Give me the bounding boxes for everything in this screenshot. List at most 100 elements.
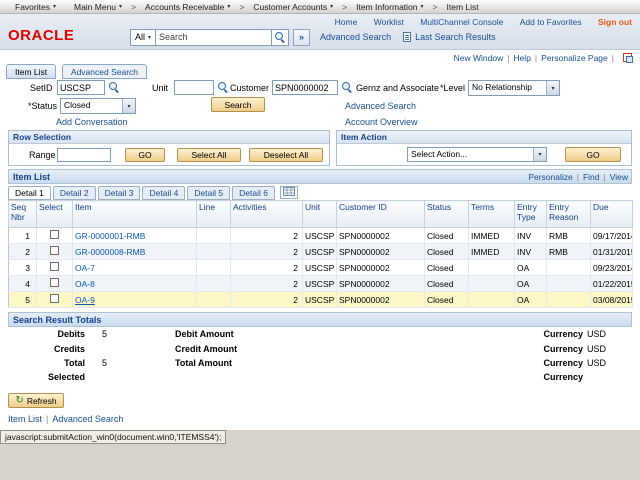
breadcrumb-item-item-information[interactable]: >Item Information▾ — [342, 2, 423, 12]
cell-line — [197, 244, 231, 260]
cell-status: Closed — [425, 244, 469, 260]
column-header-item[interactable]: Item — [73, 201, 197, 228]
item-link[interactable]: OA-7 — [75, 263, 95, 273]
tab-detail-4[interactable]: Detail 4 — [142, 186, 185, 200]
totals-count: 5 — [102, 358, 107, 368]
header-link-multichannel-console[interactable]: MultiChannel Console — [420, 17, 503, 27]
customer-lookup-icon[interactable] — [341, 81, 353, 96]
totals-amount-label: Debit Amount — [175, 329, 234, 339]
tab-advanced-search[interactable]: Advanced Search — [62, 64, 147, 79]
view-link[interactable]: View — [610, 172, 628, 182]
level-select[interactable]: No Relationship▾ — [468, 80, 560, 96]
tab-item-list[interactable]: Item List — [6, 64, 56, 79]
item-link[interactable]: OA-8 — [75, 279, 95, 289]
search-scope-select[interactable]: All▾ — [130, 29, 156, 46]
copy-url-icon[interactable] — [623, 53, 632, 62]
personalize-page-link[interactable]: Personalize Page — [541, 53, 608, 63]
grid-toolbar-links: Personalize|Find|View — [528, 172, 628, 182]
cell-due: 09/17/2014 — [591, 228, 633, 244]
tab-detail-6[interactable]: Detail 6 — [232, 186, 275, 200]
cell-unit: USCSP — [303, 244, 337, 260]
header-links: Home Worklist MultiChannel Console Add t… — [321, 17, 632, 27]
column-header-seq-nbr[interactable]: Seq Nbr — [9, 201, 37, 228]
refresh-button[interactable]: ↻Refresh — [8, 393, 64, 408]
personalize-link[interactable]: Personalize — [528, 172, 572, 182]
header-link-add-to-favorites[interactable]: Add to Favorites — [520, 17, 582, 27]
cell-due: 01/22/2015 — [591, 276, 633, 292]
cell-entry-reason — [547, 292, 591, 308]
search-button[interactable]: Search — [211, 97, 265, 112]
footer-item-list-link[interactable]: Item List — [8, 414, 42, 424]
column-header-status[interactable]: Status — [425, 201, 469, 228]
row-checkbox[interactable] — [50, 294, 59, 303]
form-advanced-search-link[interactable]: Advanced Search — [345, 101, 416, 111]
cell-status: Closed — [425, 292, 469, 308]
show-all-columns-icon[interactable] — [280, 186, 298, 199]
cell-due: 01/31/2015 — [591, 244, 633, 260]
item-action-go-button[interactable]: GO — [565, 147, 621, 162]
cell-select — [37, 260, 73, 276]
select-all-button[interactable]: Select All — [177, 148, 241, 162]
account-overview-link[interactable]: Account Overview — [345, 117, 418, 127]
search-input[interactable] — [156, 29, 272, 46]
totals-row-credits: Credits Credit Amount Currency USD — [0, 344, 640, 357]
advanced-search-link[interactable]: Advanced Search — [320, 32, 391, 42]
new-window-link[interactable]: New Window — [454, 53, 504, 63]
column-header-entry-reason[interactable]: Entry Reason — [547, 201, 591, 228]
row-checkbox[interactable] — [50, 262, 59, 271]
range-input[interactable] — [57, 148, 111, 162]
find-link[interactable]: Find — [583, 172, 600, 182]
breadcrumb-item-customer-accounts[interactable]: >Customer Accounts▾ — [239, 2, 333, 12]
breadcrumb-item-accounts-receivable[interactable]: >Accounts Receivable▾ — [131, 2, 230, 12]
column-header-select[interactable]: Select — [37, 201, 73, 228]
column-header-customer-id[interactable]: Customer ID — [337, 201, 425, 228]
totals-currency-value: USD — [587, 329, 606, 339]
tab-detail-3[interactable]: Detail 3 — [98, 186, 141, 200]
header: Home Worklist MultiChannel Console Add t… — [0, 14, 640, 50]
column-header-unit[interactable]: Unit — [303, 201, 337, 228]
breadcrumb-item-item-list[interactable]: >Item List — [433, 2, 479, 12]
totals-label: Credits — [25, 344, 85, 354]
column-header-activities[interactable]: Activities — [231, 201, 303, 228]
chevron-down-icon: ▾ — [148, 34, 151, 41]
footer-advanced-search-link[interactable]: Advanced Search — [52, 414, 123, 424]
last-search-results-link[interactable]: Last Search Results — [415, 32, 496, 42]
breadcrumb-item-main-menu[interactable]: Main Menu▾ — [65, 2, 122, 12]
column-header-entry-type[interactable]: Entry Type — [515, 201, 547, 228]
tab-detail-2[interactable]: Detail 2 — [53, 186, 96, 200]
setid-input[interactable] — [57, 80, 105, 95]
item-action-select[interactable]: Select Action...▾ — [407, 147, 547, 162]
add-conversation-link[interactable]: Add Conversation — [56, 117, 128, 127]
row-checkbox[interactable] — [50, 278, 59, 287]
tab-detail-1[interactable]: Detail 1 — [8, 186, 51, 200]
deselect-all-button[interactable]: Deselect All — [249, 148, 323, 162]
item-link[interactable]: GR-0000001-RMB — [75, 231, 145, 241]
sign-out-link[interactable]: Sign out — [598, 17, 632, 27]
global-search: All▾ » Advanced Search Last Search Resul… — [130, 28, 496, 46]
customer-input[interactable] — [272, 80, 338, 95]
column-header-line[interactable]: Line — [197, 201, 231, 228]
unit-input[interactable] — [174, 80, 214, 95]
unit-lookup-icon[interactable] — [217, 81, 229, 96]
row-checkbox[interactable] — [50, 230, 59, 239]
column-header-due[interactable]: Due — [591, 201, 633, 228]
range-go-button[interactable]: GO — [125, 148, 165, 162]
tab-detail-5[interactable]: Detail 5 — [187, 186, 230, 200]
setid-label: SetID — [30, 83, 53, 93]
help-link[interactable]: Help — [513, 53, 530, 63]
search-icon[interactable] — [274, 31, 286, 43]
level-label: *Level — [440, 83, 465, 93]
setid-lookup-icon[interactable] — [108, 81, 120, 96]
header-link-worklist[interactable]: Worklist — [374, 17, 404, 27]
cell-seq: 2 — [9, 244, 37, 260]
header-link-home[interactable]: Home — [335, 17, 358, 27]
column-header-terms[interactable]: Terms — [469, 201, 515, 228]
separator: | — [604, 172, 606, 182]
row-checkbox[interactable] — [50, 246, 59, 255]
status-select[interactable]: Closed▾ — [60, 98, 136, 114]
item-link[interactable]: GR-0000008-RMB — [75, 247, 145, 257]
status-label: *Status — [28, 101, 57, 111]
item-link[interactable]: OA-9 — [75, 295, 95, 305]
breadcrumb-item-favorites[interactable]: Favorites▾ — [6, 2, 56, 12]
search-go-button[interactable]: » — [293, 29, 310, 46]
